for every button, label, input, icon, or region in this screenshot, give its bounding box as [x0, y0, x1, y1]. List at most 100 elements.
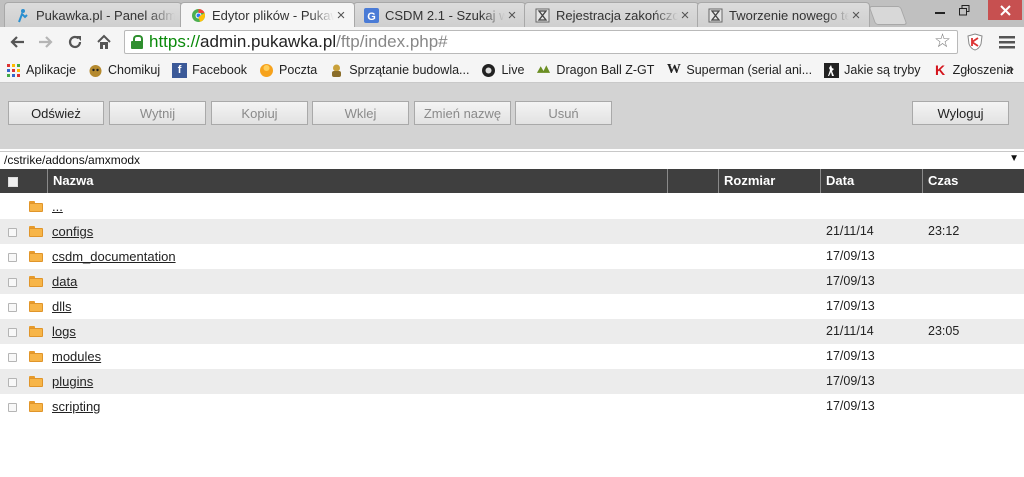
reload-icon[interactable]: [64, 31, 86, 53]
svg-text:G: G: [367, 11, 376, 23]
table-row[interactable]: logs 21/11/14 23:05: [0, 319, 1024, 344]
bookmark-label: Sprzątanie budowla...: [349, 63, 470, 77]
bookmark-superman[interactable]: W Superman (serial ani...: [666, 62, 813, 78]
address-url: https://admin.pukawka.pl/ftp/index.php#: [149, 32, 448, 51]
file-date: 17/09/13: [826, 374, 875, 388]
tab-rejestracja[interactable]: Rejestracja zakończona ×: [524, 2, 699, 27]
row-checkbox[interactable]: [8, 228, 17, 237]
extension-shield-icon[interactable]: [964, 31, 986, 53]
column-header-date[interactable]: Data: [820, 169, 923, 193]
tab-close-icon[interactable]: ×: [505, 7, 519, 24]
bookmarks-more-button[interactable]: »: [1006, 60, 1014, 76]
chomikuj-icon: [88, 63, 103, 78]
bookmark-zgloszenia[interactable]: K Zgłoszenia: [933, 62, 1013, 78]
file-time: 23:12: [928, 224, 960, 238]
home-icon[interactable]: [93, 31, 115, 53]
column-header-time[interactable]: Czas: [922, 169, 1024, 193]
restore-icon[interactable]: [950, 0, 978, 20]
file-name-link[interactable]: logs: [52, 324, 76, 339]
bookmark-label: Dragon Ball Z-GT: [556, 63, 655, 77]
bookmark-aplikacje[interactable]: Aplikacje: [6, 63, 76, 78]
table-row[interactable]: dlls 17/09/13: [0, 294, 1024, 319]
tab-close-icon[interactable]: ×: [849, 7, 863, 24]
wikipedia-icon: W: [666, 62, 681, 77]
tab-close-icon[interactable]: ×: [334, 7, 348, 24]
row-checkbox[interactable]: [8, 378, 17, 387]
delete-button[interactable]: Usuń: [515, 101, 612, 125]
dropdown-arrow-icon[interactable]: ▼: [1009, 153, 1019, 164]
bookmark-chomikuj[interactable]: Chomikuj: [88, 63, 160, 78]
tab-close-icon[interactable]: ×: [678, 7, 692, 24]
tab-pukawka-panel[interactable]: Pukawka.pl - Panel admina: [4, 2, 182, 27]
secure-lock-icon: [131, 35, 143, 49]
folder-icon: [29, 376, 43, 387]
file-list: ... configs 21/11/14 23:12 csdm_document…: [0, 194, 1024, 419]
row-checkbox[interactable]: [8, 303, 17, 312]
apps-grid-icon: [6, 63, 21, 78]
bookmark-star-icon[interactable]: ☆: [934, 31, 951, 53]
paste-button[interactable]: Wklej: [312, 101, 409, 125]
table-row[interactable]: csdm_documentation 17/09/13: [0, 244, 1024, 269]
pukawka-icon: [15, 8, 30, 23]
tab-edytor-plikow[interactable]: Edytor plików - Pukawka ×: [180, 2, 355, 27]
menu-hamburger-icon[interactable]: [996, 31, 1018, 53]
forward-arrow-icon[interactable]: [35, 31, 57, 53]
table-row[interactable]: configs 21/11/14 23:12: [0, 219, 1024, 244]
table-row[interactable]: ...: [0, 194, 1024, 219]
bookmark-sprzatanie[interactable]: Sprzątanie budowla...: [329, 63, 469, 78]
bookmark-facebook[interactable]: f Facebook: [172, 62, 247, 78]
table-row[interactable]: modules 17/09/13: [0, 344, 1024, 369]
file-name-link[interactable]: csdm_documentation: [52, 249, 176, 264]
row-checkbox[interactable]: [8, 278, 17, 287]
back-arrow-icon[interactable]: [6, 31, 28, 53]
google-icon: G: [364, 7, 379, 23]
folder-icon: [29, 226, 43, 237]
file-name-link[interactable]: modules: [52, 349, 101, 364]
k-icon: K: [935, 62, 946, 78]
copy-button[interactable]: Kopiuj: [211, 101, 308, 125]
table-row[interactable]: scripting 17/09/13: [0, 394, 1024, 419]
bookmark-label: Superman (serial ani...: [686, 63, 813, 77]
tab-strip: Pukawka.pl - Panel admina Edytor plików …: [0, 0, 1024, 27]
bookmark-dragonball[interactable]: Dragon Ball Z-GT: [536, 63, 654, 78]
bookmark-tryby[interactable]: Jakie są tryby: [824, 62, 921, 78]
tab-title: Rejestracja zakończona: [556, 7, 678, 23]
current-path: /cstrike/addons/amxmodx: [4, 153, 141, 167]
row-checkbox[interactable]: [8, 403, 17, 412]
path-select[interactable]: /cstrike/addons/amxmodx ▼: [0, 151, 1024, 170]
file-name-link[interactable]: plugins: [52, 374, 93, 389]
table-row[interactable]: data 17/09/13: [0, 269, 1024, 294]
row-checkbox[interactable]: [8, 253, 17, 262]
select-all-checkbox[interactable]: [8, 177, 18, 187]
file-name-link[interactable]: data: [52, 274, 77, 289]
file-action-bar: Odśwież Wytnij Kopiuj Wklej Zmień nazwę …: [0, 83, 1024, 149]
folder-icon: [29, 326, 43, 337]
file-date: 17/09/13: [826, 274, 875, 288]
address-bar[interactable]: https://admin.pukawka.pl/ftp/index.php# …: [124, 30, 958, 54]
bookmarks-bar: Aplikacje Chomikuj f Facebook Poczta Spr…: [0, 58, 1024, 83]
row-checkbox[interactable]: [8, 328, 17, 337]
cs-icon: [824, 62, 840, 78]
cut-button[interactable]: Wytnij: [109, 101, 206, 125]
row-checkbox[interactable]: [8, 353, 17, 362]
poczta-icon: [259, 63, 274, 78]
bookmark-label: Poczta: [279, 63, 318, 77]
column-header-name[interactable]: Nazwa: [47, 169, 668, 193]
cleaning-icon: [329, 63, 344, 78]
window-close-icon[interactable]: [988, 0, 1022, 20]
file-name-link[interactable]: ...: [52, 199, 63, 214]
new-tab-button[interactable]: [868, 6, 908, 25]
tab-title: Tworzenie nowego tematu: [729, 7, 849, 23]
bookmark-poczta[interactable]: Poczta: [259, 63, 317, 78]
file-name-link[interactable]: scripting: [52, 399, 100, 414]
tab-tworzenie-tematu[interactable]: Tworzenie nowego tematu ×: [697, 2, 870, 27]
file-name-link[interactable]: dlls: [52, 299, 72, 314]
bookmark-live[interactable]: Live: [481, 63, 524, 78]
refresh-button[interactable]: Odśwież: [8, 101, 104, 125]
file-name-link[interactable]: configs: [52, 224, 93, 239]
logout-button[interactable]: Wyloguj: [912, 101, 1009, 125]
tab-csdm-google[interactable]: G CSDM 2.1 - Szukaj w Google ×: [353, 2, 526, 27]
rename-button[interactable]: Zmień nazwę: [414, 101, 511, 125]
table-row[interactable]: plugins 17/09/13: [0, 369, 1024, 394]
column-header-size[interactable]: Rozmiar: [718, 169, 821, 193]
